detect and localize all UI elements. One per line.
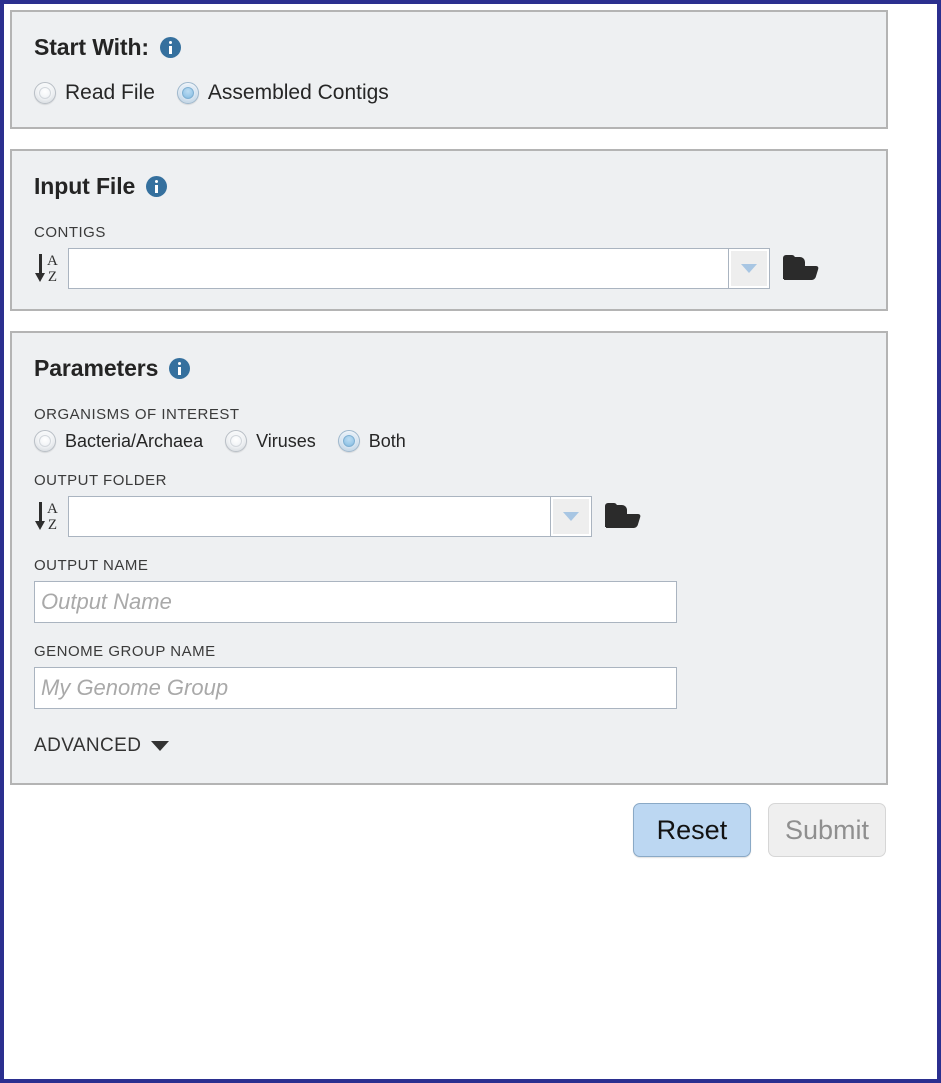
sort-az-icon[interactable]: AZ (34, 252, 64, 286)
parameters-heading: Parameters (34, 355, 864, 382)
parameters-title: Parameters (34, 355, 159, 381)
chevron-down-icon (741, 264, 757, 273)
organisms-radio-group: Bacteria/Archaea Viruses Both (34, 430, 864, 452)
contigs-label: CONTIGS (34, 224, 106, 241)
radio-option-both[interactable]: Both (337, 430, 406, 452)
radio-label-both: Both (368, 430, 406, 451)
radio-label-read-file: Read File (65, 81, 155, 104)
output-folder-dropdown-button[interactable] (550, 497, 591, 536)
info-icon[interactable] (169, 358, 191, 379)
contigs-row: AZ (34, 248, 864, 289)
radio-button-read-file[interactable] (34, 82, 56, 104)
sort-az-icon[interactable]: AZ (34, 500, 64, 534)
output-folder-row: AZ (34, 496, 864, 537)
radio-label-assembled-contigs: Assembled Contigs (207, 81, 389, 104)
start-with-title: Start With: (34, 34, 149, 60)
radio-option-read-file[interactable]: Read File (34, 81, 155, 105)
radio-button-bacteria-archaea[interactable] (34, 430, 56, 452)
start-with-panel: Start With: Read File Assembled Contigs (10, 10, 888, 129)
advanced-toggle[interactable]: ADVANCED (34, 735, 170, 757)
folder-open-icon[interactable] (783, 254, 820, 283)
folder-open-icon[interactable] (605, 502, 642, 531)
parameters-panel: Parameters ORGANISMS OF INTEREST Bacteri… (10, 331, 888, 785)
radio-option-bacteria-archaea[interactable]: Bacteria/Archaea (34, 430, 203, 452)
contigs-combo[interactable] (68, 248, 770, 289)
radio-button-both[interactable] (337, 430, 360, 452)
form-footer: Reset Submit (10, 803, 888, 857)
input-file-panel: Input File CONTIGS AZ (10, 149, 888, 311)
radio-label-bacteria-archaea: Bacteria/Archaea (65, 430, 204, 451)
radio-label-viruses: Viruses (256, 430, 316, 451)
output-folder-field: OUTPUT FOLDER AZ (34, 472, 864, 537)
radio-button-assembled-contigs[interactable] (176, 82, 199, 104)
radio-button-viruses[interactable] (225, 430, 248, 452)
genome-group-name-input[interactable] (34, 667, 677, 709)
output-folder-label: OUTPUT FOLDER (34, 472, 167, 489)
chevron-down-icon (563, 512, 579, 521)
output-name-label: OUTPUT NAME (34, 557, 149, 574)
input-file-title: Input File (34, 173, 136, 199)
submit-button[interactable]: Submit (767, 803, 886, 857)
caret-down-icon (151, 741, 170, 751)
genome-group-name-label: GENOME GROUP NAME (34, 643, 216, 660)
organisms-label: ORGANISMS OF INTEREST (34, 406, 240, 423)
contigs-input[interactable] (69, 249, 728, 288)
contigs-dropdown-button[interactable] (728, 249, 769, 288)
input-file-heading: Input File (34, 173, 864, 200)
output-name-input[interactable] (34, 581, 677, 623)
start-with-radio-group: Read File Assembled Contigs (34, 81, 864, 105)
organisms-field: ORGANISMS OF INTEREST Bacteria/Archaea V… (34, 406, 864, 452)
radio-option-assembled-contigs[interactable]: Assembled Contigs (176, 81, 389, 105)
start-with-heading: Start With: (34, 34, 864, 61)
info-icon[interactable] (159, 37, 181, 58)
genome-group-name-field: GENOME GROUP NAME (34, 643, 864, 709)
info-icon[interactable] (146, 176, 168, 197)
contigs-field: CONTIGS AZ (34, 224, 864, 289)
reset-button[interactable]: Reset (632, 803, 751, 857)
output-folder-combo[interactable] (68, 496, 592, 537)
output-folder-input[interactable] (69, 497, 550, 536)
app-frame: Start With: Read File Assembled Contigs … (0, 0, 941, 1083)
radio-option-viruses[interactable]: Viruses (225, 430, 316, 452)
advanced-label: ADVANCED (34, 735, 142, 756)
output-name-field: OUTPUT NAME (34, 557, 864, 623)
